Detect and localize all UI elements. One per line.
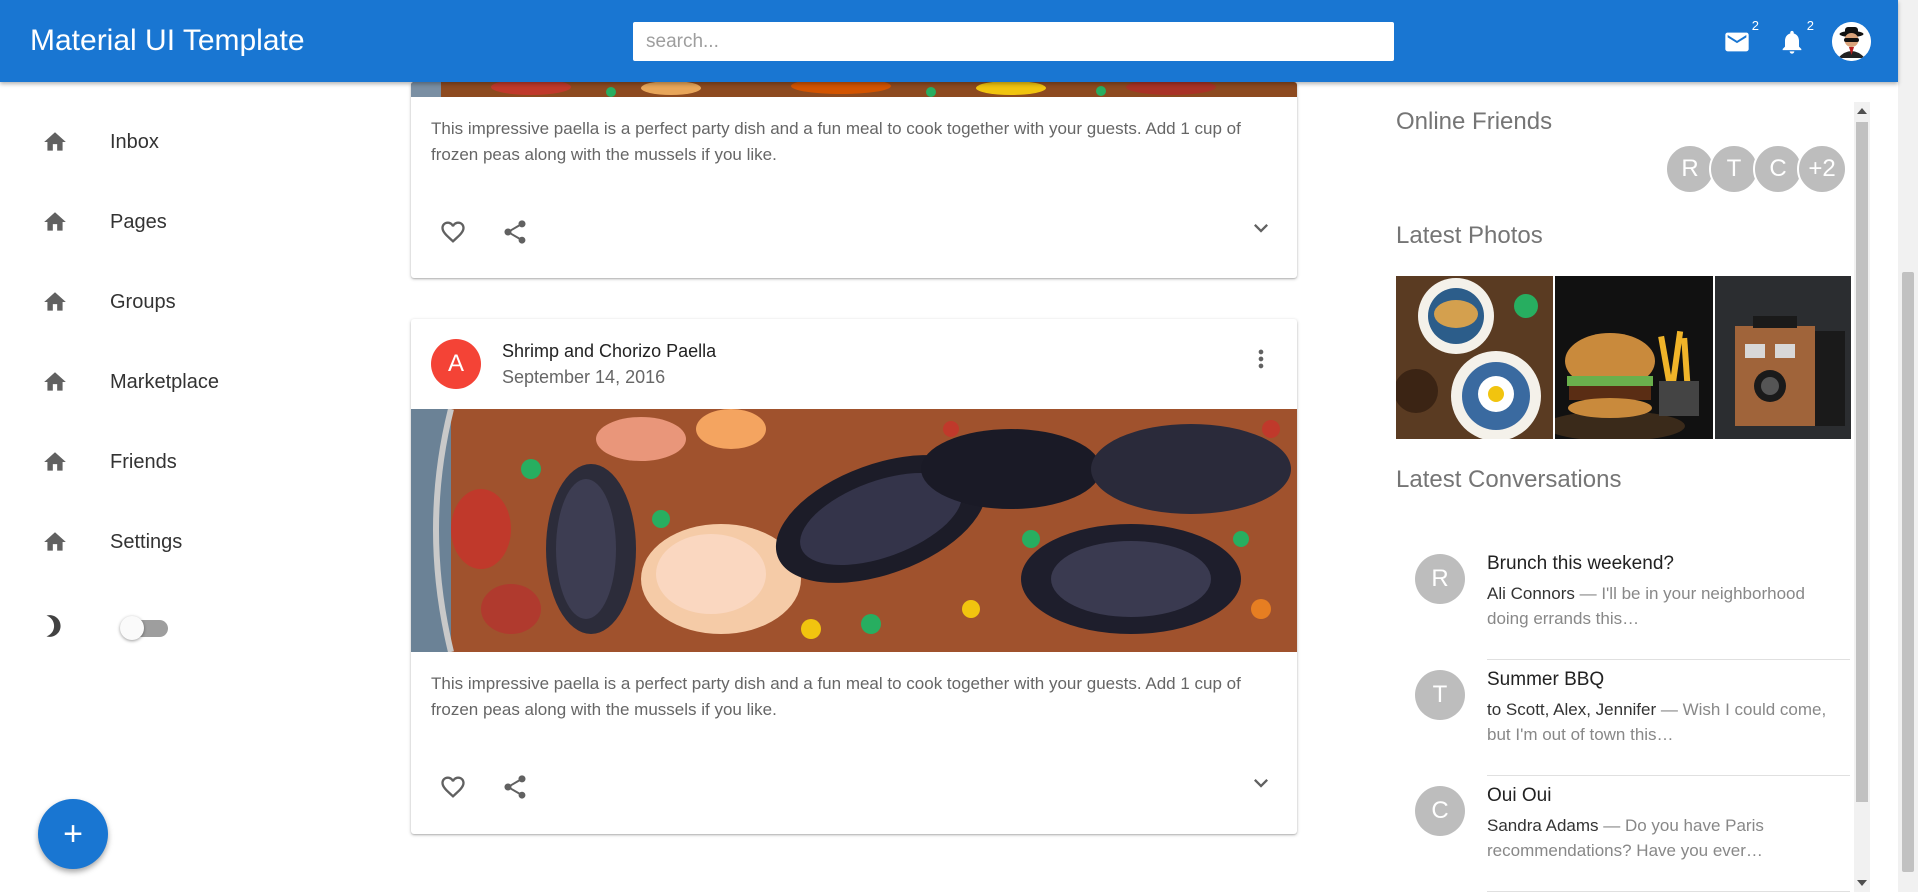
conversation-title: Oui Oui — [1487, 785, 1552, 806]
sidebar-item-label: Pages — [110, 210, 167, 233]
plus-icon: + — [63, 814, 83, 853]
conversation-sender: Sandra Adams — [1487, 816, 1599, 835]
card-description: This impressive paella is a perfect part… — [431, 119, 1241, 164]
app-title: Material UI Template — [30, 24, 305, 57]
sidebar-item-label: Friends — [110, 450, 177, 473]
sidebar: Inbox Pages Groups Marketplace Friends S… — [0, 82, 300, 892]
notifications-badge: 2 — [1806, 18, 1814, 33]
page-scrollbar[interactable] — [1898, 0, 1918, 892]
conversation-avatar: C — [1415, 786, 1465, 836]
conversation-item[interactable]: C Oui Oui Sandra Adams — Do you have Par… — [1395, 776, 1850, 892]
conversation-sender: Ali Connors — [1487, 584, 1575, 603]
latest-photos-title: Latest Photos — [1396, 222, 1543, 249]
post-card: A Shrimp and Chorizo Paella September 14… — [411, 319, 1297, 834]
home-icon — [44, 132, 66, 151]
share-button[interactable] — [495, 767, 535, 807]
sidebar-item-label: Settings — [110, 530, 183, 553]
conversation-item[interactable]: R Brunch this weekend? Ali Connors — I'l… — [1395, 544, 1850, 660]
scrollbar-thumb[interactable] — [1902, 272, 1914, 872]
sidebar-item-friends[interactable]: Friends — [0, 432, 300, 492]
search-input[interactable] — [646, 30, 1394, 53]
paella-photo — [411, 409, 1297, 652]
home-icon — [44, 372, 66, 391]
paella-photo — [411, 82, 1297, 97]
vintage-camera-photo[interactable] — [1715, 276, 1851, 439]
sidebar-item-inbox[interactable]: Inbox — [0, 112, 300, 172]
post-card: This impressive paella is a perfect part… — [411, 82, 1297, 278]
expand-button[interactable] — [1241, 763, 1281, 803]
chevron-down-icon — [1254, 224, 1268, 233]
conversation-title: Summer BBQ — [1487, 669, 1605, 690]
home-icon — [44, 452, 66, 471]
conversation-title: Brunch this weekend? — [1487, 553, 1674, 574]
scroll-up-arrow-icon[interactable] — [1857, 108, 1867, 114]
card-description: This impressive paella is a perfect part… — [431, 674, 1241, 719]
mail-badge: 2 — [1751, 18, 1759, 33]
conversation-preview: Sandra Adams — Do you have Paris recomme… — [1487, 813, 1832, 863]
post-title: Shrimp and Chorizo Paella — [502, 341, 717, 361]
share-icon — [504, 220, 526, 244]
sidebar-item-label: Groups — [110, 290, 176, 313]
friend-avatar[interactable]: C — [1753, 144, 1803, 194]
burger-fries-photo[interactable] — [1555, 276, 1713, 439]
sidebar-item-label: Marketplace — [110, 370, 219, 393]
heart-outline-icon — [441, 221, 465, 243]
online-friends-title: Online Friends — [1396, 108, 1553, 135]
toggle-thumb — [120, 616, 144, 640]
like-button[interactable] — [433, 212, 473, 252]
add-fab-button[interactable]: + — [38, 799, 108, 869]
mail-icon — [1725, 32, 1749, 52]
friend-avatar[interactable]: R — [1665, 144, 1715, 194]
chevron-down-icon — [1254, 779, 1268, 788]
spy-avatar-icon — [1832, 22, 1871, 61]
user-avatar[interactable] — [1832, 22, 1871, 61]
like-button[interactable] — [433, 767, 473, 807]
more-friends-avatar[interactable]: +2 — [1797, 144, 1847, 194]
conversation-sender: to Scott, Alex, Jennifer — [1487, 700, 1657, 719]
post-date: September 14, 2016 — [502, 367, 666, 387]
more-vertical-icon — [1258, 349, 1264, 369]
sidebar-item-groups[interactable]: Groups — [0, 272, 300, 332]
conversation-avatar: T — [1415, 670, 1465, 720]
conversation-preview: Ali Connors — I'll be in your neighborho… — [1487, 581, 1832, 631]
breakfast-plates-photo[interactable] — [1396, 276, 1553, 439]
conversation-item[interactable]: T Summer BBQ to Scott, Alex, Jennifer — … — [1395, 660, 1850, 776]
more-options-button[interactable] — [1241, 339, 1281, 379]
home-icon — [44, 292, 66, 311]
author-avatar: A — [431, 339, 481, 389]
right-panel-scrollbar[interactable] — [1854, 102, 1870, 892]
bell-icon — [1782, 30, 1802, 54]
share-button[interactable] — [495, 212, 535, 252]
friend-avatar[interactable]: T — [1709, 144, 1759, 194]
share-icon — [504, 775, 526, 799]
scroll-down-arrow-icon[interactable] — [1857, 880, 1867, 886]
conversation-preview: to Scott, Alex, Jennifer — Wish I could … — [1487, 697, 1832, 747]
scrollbar-thumb[interactable] — [1856, 122, 1868, 802]
sidebar-item-marketplace[interactable]: Marketplace — [0, 352, 300, 412]
theme-toggle-row — [0, 607, 300, 647]
heart-outline-icon — [441, 776, 465, 798]
latest-conversations-title: Latest Conversations — [1396, 466, 1622, 493]
right-panel: Online Friends R T C +2 Latest Photos La… — [1395, 100, 1851, 892]
sidebar-item-pages[interactable]: Pages — [0, 192, 300, 252]
home-icon — [44, 532, 66, 551]
expand-button[interactable] — [1241, 208, 1281, 248]
conversation-avatar: R — [1415, 554, 1465, 604]
notifications-button[interactable]: 2 — [1774, 18, 1814, 60]
moon-icon — [46, 615, 61, 637]
mail-button[interactable]: 2 — [1719, 18, 1759, 60]
sidebar-item-settings[interactable]: Settings — [0, 512, 300, 572]
dark-mode-toggle[interactable] — [120, 615, 168, 640]
app-bar: Material UI Template 2 2 — [0, 0, 1898, 82]
sidebar-item-label: Inbox — [110, 130, 159, 153]
home-icon — [44, 212, 66, 231]
search-box[interactable] — [633, 22, 1394, 61]
